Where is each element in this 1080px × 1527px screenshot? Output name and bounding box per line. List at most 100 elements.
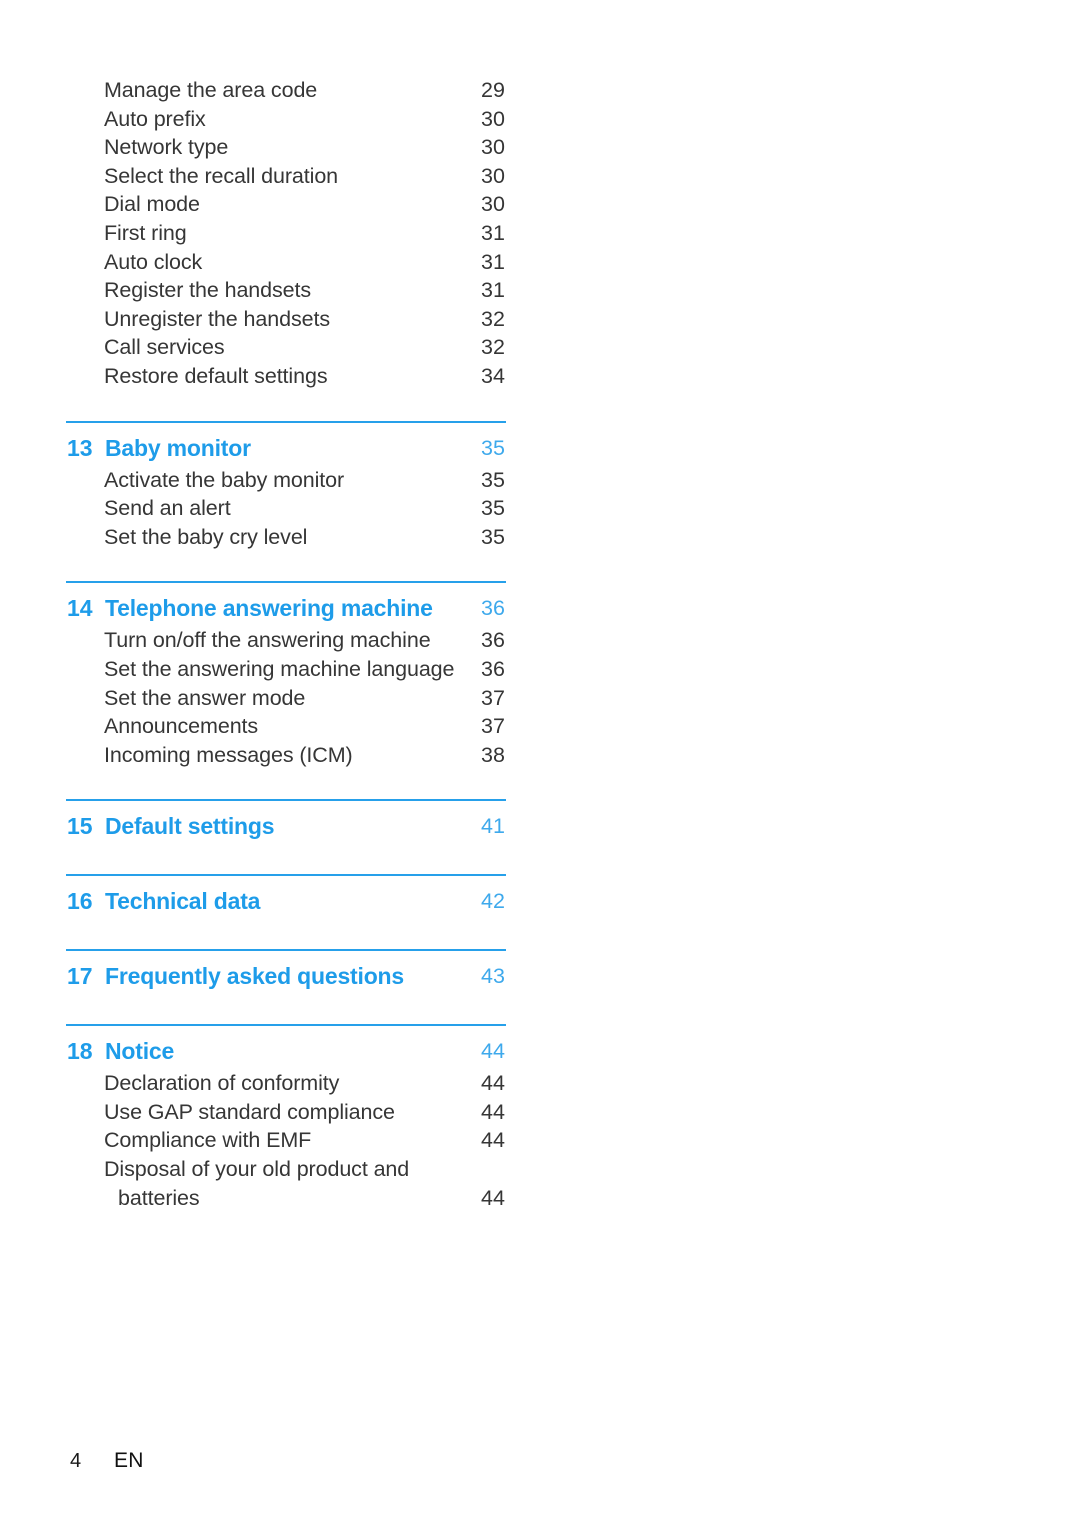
toc-entry[interactable]: Register the handsets 31	[66, 276, 506, 305]
toc-entry-continuation[interactable]: batteries 44	[66, 1184, 506, 1213]
toc-entry[interactable]: Activate the baby monitor 35	[66, 466, 506, 495]
toc-entry[interactable]: Manage the area code 29	[66, 76, 506, 105]
toc-entry-page: 35	[481, 496, 505, 521]
toc-entry[interactable]: Compliance with EMF 44	[66, 1126, 506, 1155]
toc-entry[interactable]: Announcements 37	[66, 712, 506, 741]
section-heading-16[interactable]: 16 Technical data 42	[66, 883, 506, 919]
toc-entry-label: Set the baby cry level	[104, 524, 308, 549]
section-number: 18	[67, 1038, 93, 1065]
section-title: Telephone answering machine	[105, 595, 433, 622]
toc-entry-page: 31	[481, 278, 505, 303]
toc-entry[interactable]: Restore default settings 34	[66, 362, 506, 391]
footer-page-number: 4	[70, 1450, 82, 1472]
toc-entry-label: Auto prefix	[104, 106, 206, 131]
toc-entry[interactable]: Set the answering machine language 36	[66, 655, 506, 684]
section-title: Notice	[105, 1038, 175, 1065]
continued-entry-list: Manage the area code 29 Auto prefix 30 N…	[66, 76, 506, 391]
toc-entry-page: 30	[481, 192, 505, 217]
toc-entry-label: Auto clock	[104, 249, 203, 274]
toc-entry-label: Set the answering machine language	[104, 656, 455, 681]
toc-entry-label: Declaration of conformity	[104, 1071, 340, 1096]
section-page: 42	[481, 889, 505, 914]
toc-entry-label: Manage the area code	[104, 78, 318, 102]
toc-entry-page: 30	[481, 135, 505, 160]
toc-entry-page: 37	[481, 685, 505, 710]
section-title: Frequently asked questions	[105, 963, 404, 990]
toc-entry-label: Unregister the handsets	[104, 306, 330, 331]
section-heading-15[interactable]: 15 Default settings 41	[66, 808, 506, 844]
section-number: 13	[67, 434, 93, 461]
section-number: 17	[67, 963, 93, 990]
section-heading-17[interactable]: 17 Frequently asked questions 43	[66, 958, 506, 994]
toc-entry[interactable]: Auto clock 31	[66, 248, 506, 277]
footer-language: EN	[114, 1449, 144, 1472]
toc-entry[interactable]: Disposal of your old product and	[66, 1155, 506, 1184]
toc-entry[interactable]: Declaration of conformity 44	[66, 1069, 506, 1098]
top-spacer	[66, 0, 506, 76]
toc-entry-label: Announcements	[104, 714, 259, 739]
toc-entry-label: Use GAP standard compliance	[104, 1099, 395, 1124]
section-heading-13[interactable]: 13 Baby monitor 35	[66, 430, 506, 466]
toc-entry-label: Turn on/off the answering machine	[104, 628, 431, 653]
toc-entry-page: 44	[481, 1185, 505, 1210]
section-page: 36	[481, 596, 505, 621]
toc-entry-label: Select the recall duration	[104, 163, 339, 188]
toc-entry-label: Send an alert	[104, 496, 231, 521]
toc-entry-page: 31	[481, 249, 505, 274]
toc-entry-page: 34	[481, 363, 505, 388]
toc-entry[interactable]: Send an alert 35	[66, 494, 506, 523]
toc-entry[interactable]: Auto prefix 30	[66, 105, 506, 134]
toc-entry-page: 32	[481, 335, 505, 360]
toc-entry-page: 35	[481, 524, 505, 549]
toc-entry-label: batteries	[118, 1185, 200, 1210]
toc-entry[interactable]: Dial mode 30	[66, 190, 506, 219]
toc-entry[interactable]: Network type 30	[66, 133, 506, 162]
toc-entry-page: 37	[481, 714, 505, 739]
toc-entry-label: Dial mode	[104, 192, 200, 217]
toc-entry-label: Compliance with EMF	[104, 1128, 312, 1153]
toc-entry[interactable]: Incoming messages (ICM) 38	[66, 741, 506, 770]
toc-entry[interactable]: Select the recall duration 30	[66, 162, 506, 191]
toc-entry[interactable]: Use GAP standard compliance 44	[66, 1098, 506, 1127]
toc-entry-page: 35	[481, 467, 505, 492]
toc-entry-page: 36	[481, 628, 505, 653]
toc-entry-page: 30	[481, 163, 505, 188]
toc-entry-label: Incoming messages (ICM)	[104, 742, 353, 767]
toc-entry-page: 38	[481, 742, 505, 767]
section-number: 15	[67, 813, 93, 840]
section-title: Baby monitor	[105, 434, 251, 461]
toc-entry[interactable]: Call services 32	[66, 333, 506, 362]
toc-entry[interactable]: Unregister the handsets 32	[66, 305, 506, 334]
section-page: 41	[481, 814, 505, 839]
toc-entry-label: Network type	[104, 135, 229, 160]
section-number: 16	[67, 888, 93, 915]
section-number: 14	[67, 595, 93, 622]
toc-entry-page: 44	[481, 1071, 505, 1096]
toc-entry[interactable]: Turn on/off the answering machine 36	[66, 626, 506, 655]
toc-entry-label: Set the answer mode	[104, 685, 306, 710]
section-page: 43	[481, 964, 505, 989]
toc-entry-label: Activate the baby monitor	[104, 467, 345, 492]
toc-entry-page: 29	[481, 78, 505, 102]
toc-entry[interactable]: Set the baby cry level 35	[66, 523, 506, 552]
toc-entry-label: Restore default settings	[104, 363, 328, 388]
section-heading-18[interactable]: 18 Notice 44	[66, 1033, 506, 1069]
toc-entry[interactable]: First ring 31	[66, 219, 506, 248]
section-page: 35	[481, 435, 505, 460]
section-heading-14[interactable]: 14 Telephone answering machine 36	[66, 590, 506, 626]
toc-entry[interactable]: Set the answer mode 37	[66, 684, 506, 713]
toc-entry-page: 36	[481, 656, 505, 681]
toc-entry-label: Call services	[104, 335, 225, 360]
page-root: { "document": { "type": "table-of-conten…	[0, 0, 1080, 1527]
section-title: Technical data	[105, 888, 261, 915]
section-page: 44	[481, 1039, 505, 1064]
toc-entry-label: First ring	[104, 220, 187, 245]
